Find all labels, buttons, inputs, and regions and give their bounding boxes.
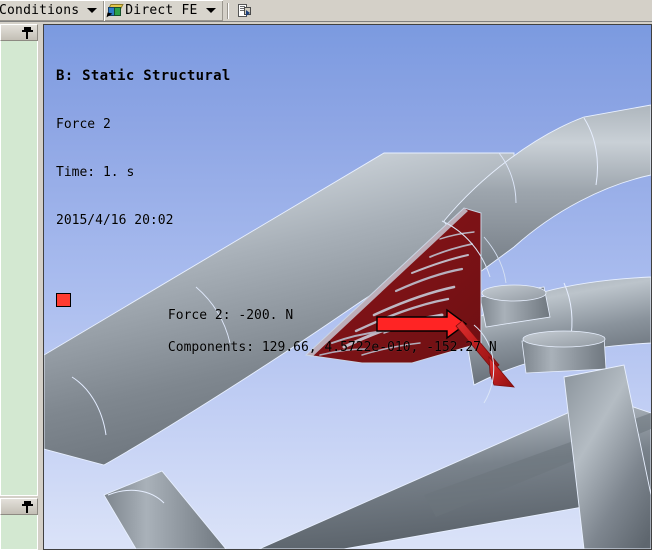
graphics-scene[interactable]: B: Static Structural Force 2 Time: 1. s … <box>44 25 651 549</box>
tube-joint-cap <box>522 330 606 348</box>
toolbar-direct-fe-menu[interactable]: Direct FE <box>104 0 223 21</box>
pin-icon[interactable] <box>22 500 33 513</box>
legend-color-swatch <box>56 293 71 307</box>
chevron-down-icon[interactable] <box>87 8 98 13</box>
toolbar: Conditions Direct FE <box>0 0 652 22</box>
outline-panel-body[interactable] <box>0 41 38 496</box>
tube-lower-right <box>563 364 651 549</box>
details-panel <box>0 498 38 550</box>
force-annotation: B: Static Structural Force 2 Time: 1. s … <box>56 35 497 404</box>
legend-components-line: Components: 129.66, 4.5722e-010, -152.27… <box>167 340 497 355</box>
force-legend: Force 2: -200. N Components: 129.66, 4.5… <box>56 292 497 372</box>
chevron-down-icon[interactable] <box>205 8 216 13</box>
toolbar-conditions-label: Conditions <box>0 3 80 18</box>
outline-panel-header[interactable] <box>0 24 38 41</box>
toolbar-direct-fe-label: Direct FE <box>125 3 198 18</box>
pin-icon[interactable] <box>22 26 33 39</box>
toolbar-separator <box>226 2 229 19</box>
details-panel-header[interactable] <box>0 498 38 515</box>
annotation-title: B: Static Structural <box>56 68 231 84</box>
application-window: Conditions Direct FE B: Static Structura… <box>0 0 652 550</box>
legend-value-line: Force 2: -200. N <box>167 308 294 323</box>
outline-panel <box>0 24 38 496</box>
tube-bottom-left-stub <box>103 470 227 549</box>
details-panel-body[interactable] <box>0 515 38 550</box>
legend-text: Force 2: -200. N Components: 129.66, 4.5… <box>74 292 497 372</box>
toolbar-conditions-menu[interactable]: Conditions <box>0 0 105 21</box>
toolbar-worksheet-button[interactable] <box>233 0 255 21</box>
worksheet-document-icon <box>236 3 252 19</box>
annotation-object: Force 2 <box>56 117 111 132</box>
graphics-window[interactable]: B: Static Structural Force 2 Time: 1. s … <box>43 24 652 550</box>
annotation-time: Time: 1. s <box>56 165 135 180</box>
annotation-timestamp: 2015/4/16 20:02 <box>56 213 174 228</box>
cube-pointer-icon <box>106 3 124 19</box>
